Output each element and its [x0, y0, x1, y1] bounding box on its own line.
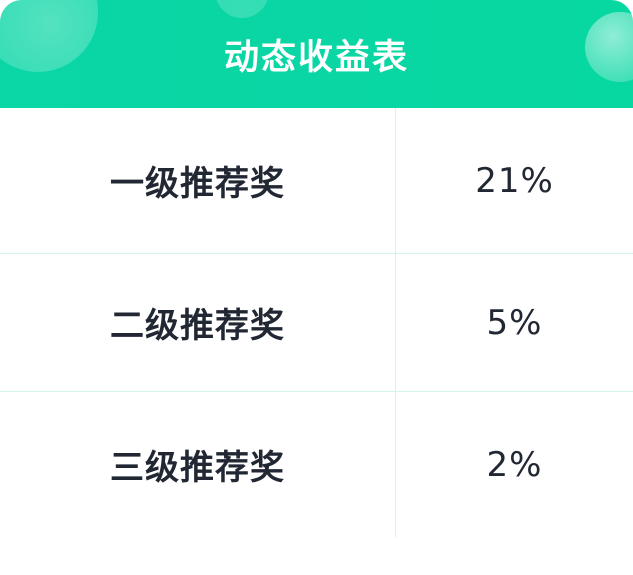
table-row: 一级推荐奖 21% — [0, 108, 633, 254]
table-row: 三级推荐奖 2% — [0, 392, 633, 537]
decorative-bubble-top-left — [0, 0, 98, 72]
reward-rate-value: 5% — [486, 302, 543, 343]
reward-level-label: 三级推荐奖 — [0, 392, 396, 537]
decorative-bubble-top-right — [585, 12, 633, 82]
reward-level-label: 二级推荐奖 — [0, 254, 396, 391]
earnings-table: 一级推荐奖 21% 二级推荐奖 5% 三级推荐奖 2% — [0, 108, 633, 537]
table-title: 动态收益表 — [223, 37, 409, 78]
reward-rate-value: 2% — [486, 444, 543, 485]
table-row: 二级推荐奖 5% — [0, 254, 633, 392]
decorative-bubble-top-center — [215, 0, 269, 18]
table-header: 动态收益表 — [0, 0, 633, 108]
dynamic-earnings-card: 动态收益表 一级推荐奖 21% 二级推荐奖 5% 三级推荐奖 2% — [0, 0, 633, 575]
reward-level-label: 一级推荐奖 — [0, 108, 396, 253]
reward-rate-value: 21% — [475, 160, 554, 201]
